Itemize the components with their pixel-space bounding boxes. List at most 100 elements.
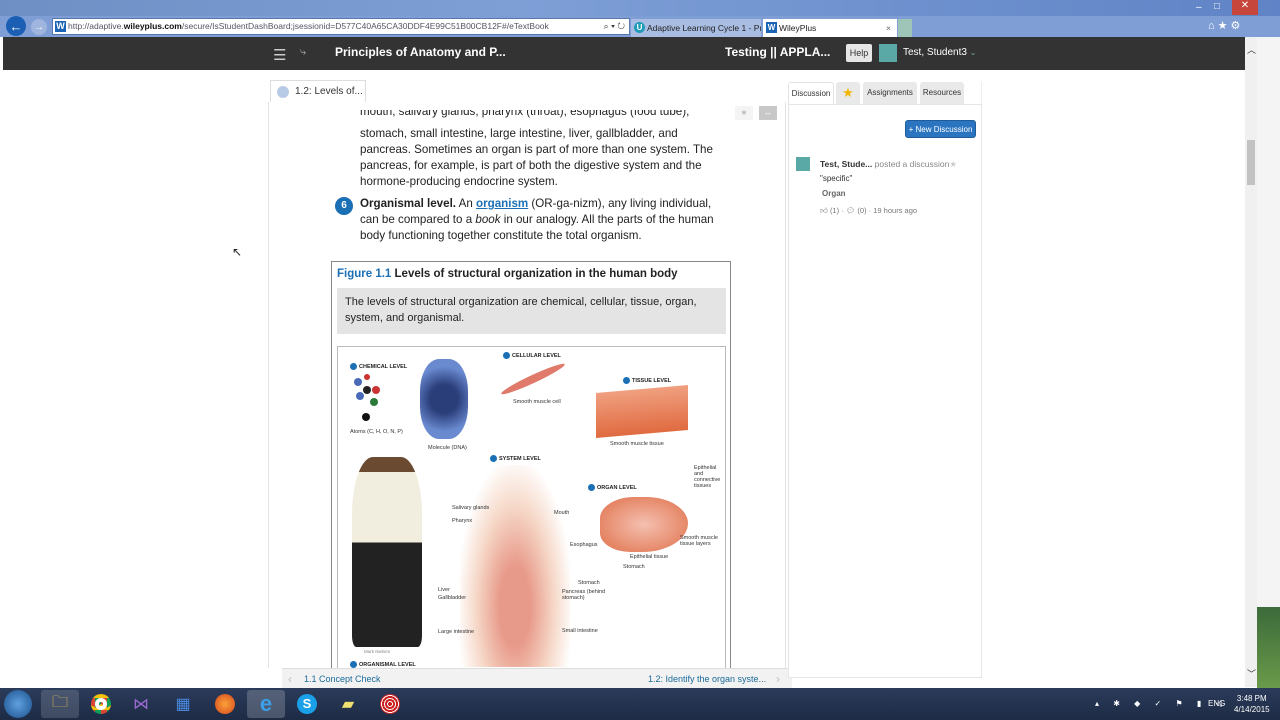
file-explorer-icon[interactable]: 🗀 xyxy=(41,690,79,718)
tab-resources[interactable]: Resources xyxy=(920,82,964,104)
url-domain: wileyplus.com xyxy=(123,21,182,31)
windows-taskbar: 🗀 ⋈ ▦ e S ▰ ▴ ✱ ◆ ✓ ⚑ ▮ ◁ ENG 3:48 PM 4/… xyxy=(0,688,1280,720)
label: Liver xyxy=(438,587,450,593)
help-button[interactable]: Help xyxy=(846,44,872,62)
minimize-button[interactable]: – xyxy=(1196,2,1202,13)
target-app-icon[interactable] xyxy=(371,690,409,718)
level-label: CHEMICAL LEVEL xyxy=(350,363,407,370)
clock-date: 4/14/2015 xyxy=(1234,705,1270,714)
close-window-button[interactable]: ✕ xyxy=(1232,0,1258,15)
atoms-illustration xyxy=(354,374,380,421)
window-titlebar xyxy=(0,0,1280,16)
forward-button[interactable]: → xyxy=(31,19,47,35)
label: Esophagus xyxy=(570,542,598,548)
author-avatar xyxy=(796,157,810,171)
address-bar[interactable]: W http://adaptive.wileyplus.com/secure/I… xyxy=(52,18,630,35)
discussion-list: + New Discussion Test, Stude... posted a… xyxy=(788,104,982,678)
skype-icon[interactable]: S xyxy=(288,690,326,718)
browser-tools-icons[interactable]: ⌂★⚙ xyxy=(1208,19,1243,32)
star-icon[interactable]: ★ xyxy=(949,159,957,169)
user-avatar[interactable] xyxy=(879,44,897,62)
reader-tab-label: 1.2: Levels of... xyxy=(295,86,363,97)
level-label: SYSTEM LEVEL xyxy=(490,455,541,462)
tissue-illustration xyxy=(596,384,688,439)
label: Molecule (DNA) xyxy=(428,445,467,451)
book-title[interactable]: Principles of Anatomy and P... xyxy=(335,45,506,59)
label: Epithelial tissue xyxy=(630,554,669,560)
tab-discussion[interactable]: Discussion xyxy=(788,82,834,104)
browser-tab-wileyplus[interactable]: W WileyPlus × xyxy=(763,19,897,37)
scroll-down-arrow[interactable]: ﹀ xyxy=(1247,667,1256,680)
item-heading: Organismal level. xyxy=(360,197,457,210)
label: Smooth muscle tissue xyxy=(610,441,664,447)
prev-section-link[interactable]: 1.1 Concept Check xyxy=(304,669,381,689)
figure-caption: The levels of structural organization ar… xyxy=(337,288,726,334)
maximize-button[interactable]: □ xyxy=(1214,1,1220,12)
visual-studio-icon[interactable]: ⋈ xyxy=(122,690,160,718)
mouse-cursor: ↖ xyxy=(232,245,243,259)
like-icon[interactable]: 👍︎ xyxy=(820,206,828,215)
course-title[interactable]: Testing || APPLA... xyxy=(725,45,830,59)
language-indicator[interactable]: ENG xyxy=(1208,688,1225,720)
comment-icon[interactable]: 💬︎ xyxy=(846,206,856,215)
next-arrow-icon[interactable]: › xyxy=(776,669,780,689)
start-button[interactable] xyxy=(4,690,32,718)
label: Epithelial and connective tissues xyxy=(694,465,721,489)
bookmark-star-button[interactable]: ★ xyxy=(735,106,753,120)
chrome-icon[interactable] xyxy=(82,690,120,718)
site-icon: W xyxy=(55,21,66,32)
figure-1-1: Figure 1.1 Levels of structural organiza… xyxy=(331,261,731,668)
post-topic[interactable]: Organ xyxy=(822,189,846,198)
post-time: 19 hours ago xyxy=(873,206,918,215)
label: Large intestine xyxy=(438,629,475,635)
comment-count: (0) xyxy=(857,206,867,215)
text-emphasis: book xyxy=(475,213,501,226)
side-panel: Discussion ★ Assignments Resources + New… xyxy=(788,82,982,678)
label: Small intestine xyxy=(562,628,598,634)
post-author[interactable]: Test, Stude... xyxy=(820,159,872,169)
tab-favorites[interactable]: ★ xyxy=(836,82,860,104)
post-action: posted a discussion xyxy=(874,159,950,169)
new-tab-button[interactable] xyxy=(898,19,912,37)
task-manager-icon[interactable]: ▦ xyxy=(164,690,202,718)
tab-close-icon[interactable]: × xyxy=(886,19,891,37)
label: Stomach xyxy=(578,580,600,586)
firefox-icon[interactable] xyxy=(206,690,244,718)
navigation-tree-icon[interactable]: ⤷ xyxy=(300,46,306,59)
prev-arrow-icon[interactable]: ‹ xyxy=(288,669,292,689)
clock[interactable]: 3:48 PM 4/14/2015 xyxy=(1234,693,1270,715)
expand-button[interactable]: ↔ xyxy=(759,106,777,120)
figure-title-text: Levels of structural organization in the… xyxy=(391,268,678,280)
page-scrollbar[interactable]: ︿ ﹀ xyxy=(1245,37,1257,687)
scroll-thumb[interactable] xyxy=(1247,140,1255,185)
label: Salivary glands xyxy=(452,505,490,511)
user-name: Test, Student3 xyxy=(903,47,967,58)
chevron-down-icon: ⌄ xyxy=(969,48,977,57)
browser-tab-adaptive[interactable]: U Adaptive Learning Cycle 1 - Pri... xyxy=(631,19,761,37)
chapter-navigation: ‹ 1.1 Concept Check 1.2: Identify the or… xyxy=(282,668,792,688)
search-refresh-icons[interactable]: ⌕ ▾ ↻ xyxy=(604,19,625,34)
user-menu[interactable]: Test, Student3 ⌄ xyxy=(903,47,976,58)
tab-assignments[interactable]: Assignments xyxy=(863,82,917,104)
smooth-muscle-cell-illustration xyxy=(499,360,567,398)
figure-label: Figure 1.1 xyxy=(337,268,392,280)
next-section-link[interactable]: 1.2: Identify the organ syste... xyxy=(648,669,766,689)
dna-illustration xyxy=(420,359,468,439)
figure-illustration[interactable]: CHEMICAL LEVEL CELLULAR LEVEL TISSUE LEV… xyxy=(337,346,726,668)
label: Atoms (C, H, O, N, P) xyxy=(350,429,403,435)
reader-tab[interactable]: 1.2: Levels of... xyxy=(270,80,366,102)
label: Pancreas (behind stomach) xyxy=(562,589,606,601)
menu-icon[interactable]: ☰ xyxy=(273,46,286,64)
ebook-reader: ★ ↔ mouth, salivary glands, pharynx (thr… xyxy=(268,102,786,668)
sticky-notes-icon[interactable]: ▰ xyxy=(329,690,367,718)
level-label: ORGAN LEVEL xyxy=(588,484,637,491)
label: Mouth xyxy=(554,510,570,516)
like-count: (1) xyxy=(829,206,840,215)
scroll-up-arrow[interactable]: ︿ xyxy=(1247,43,1256,56)
new-discussion-button[interactable]: + New Discussion xyxy=(905,120,976,138)
back-button[interactable]: ← xyxy=(6,16,26,36)
internet-explorer-icon[interactable]: e xyxy=(247,690,285,718)
paragraph-system-level: stomach, small intestine, large intestin… xyxy=(360,127,713,188)
paragraph-cut: mouth, salivary glands, pharynx (throat)… xyxy=(360,110,690,118)
glossary-link-organism[interactable]: organism xyxy=(476,197,528,210)
